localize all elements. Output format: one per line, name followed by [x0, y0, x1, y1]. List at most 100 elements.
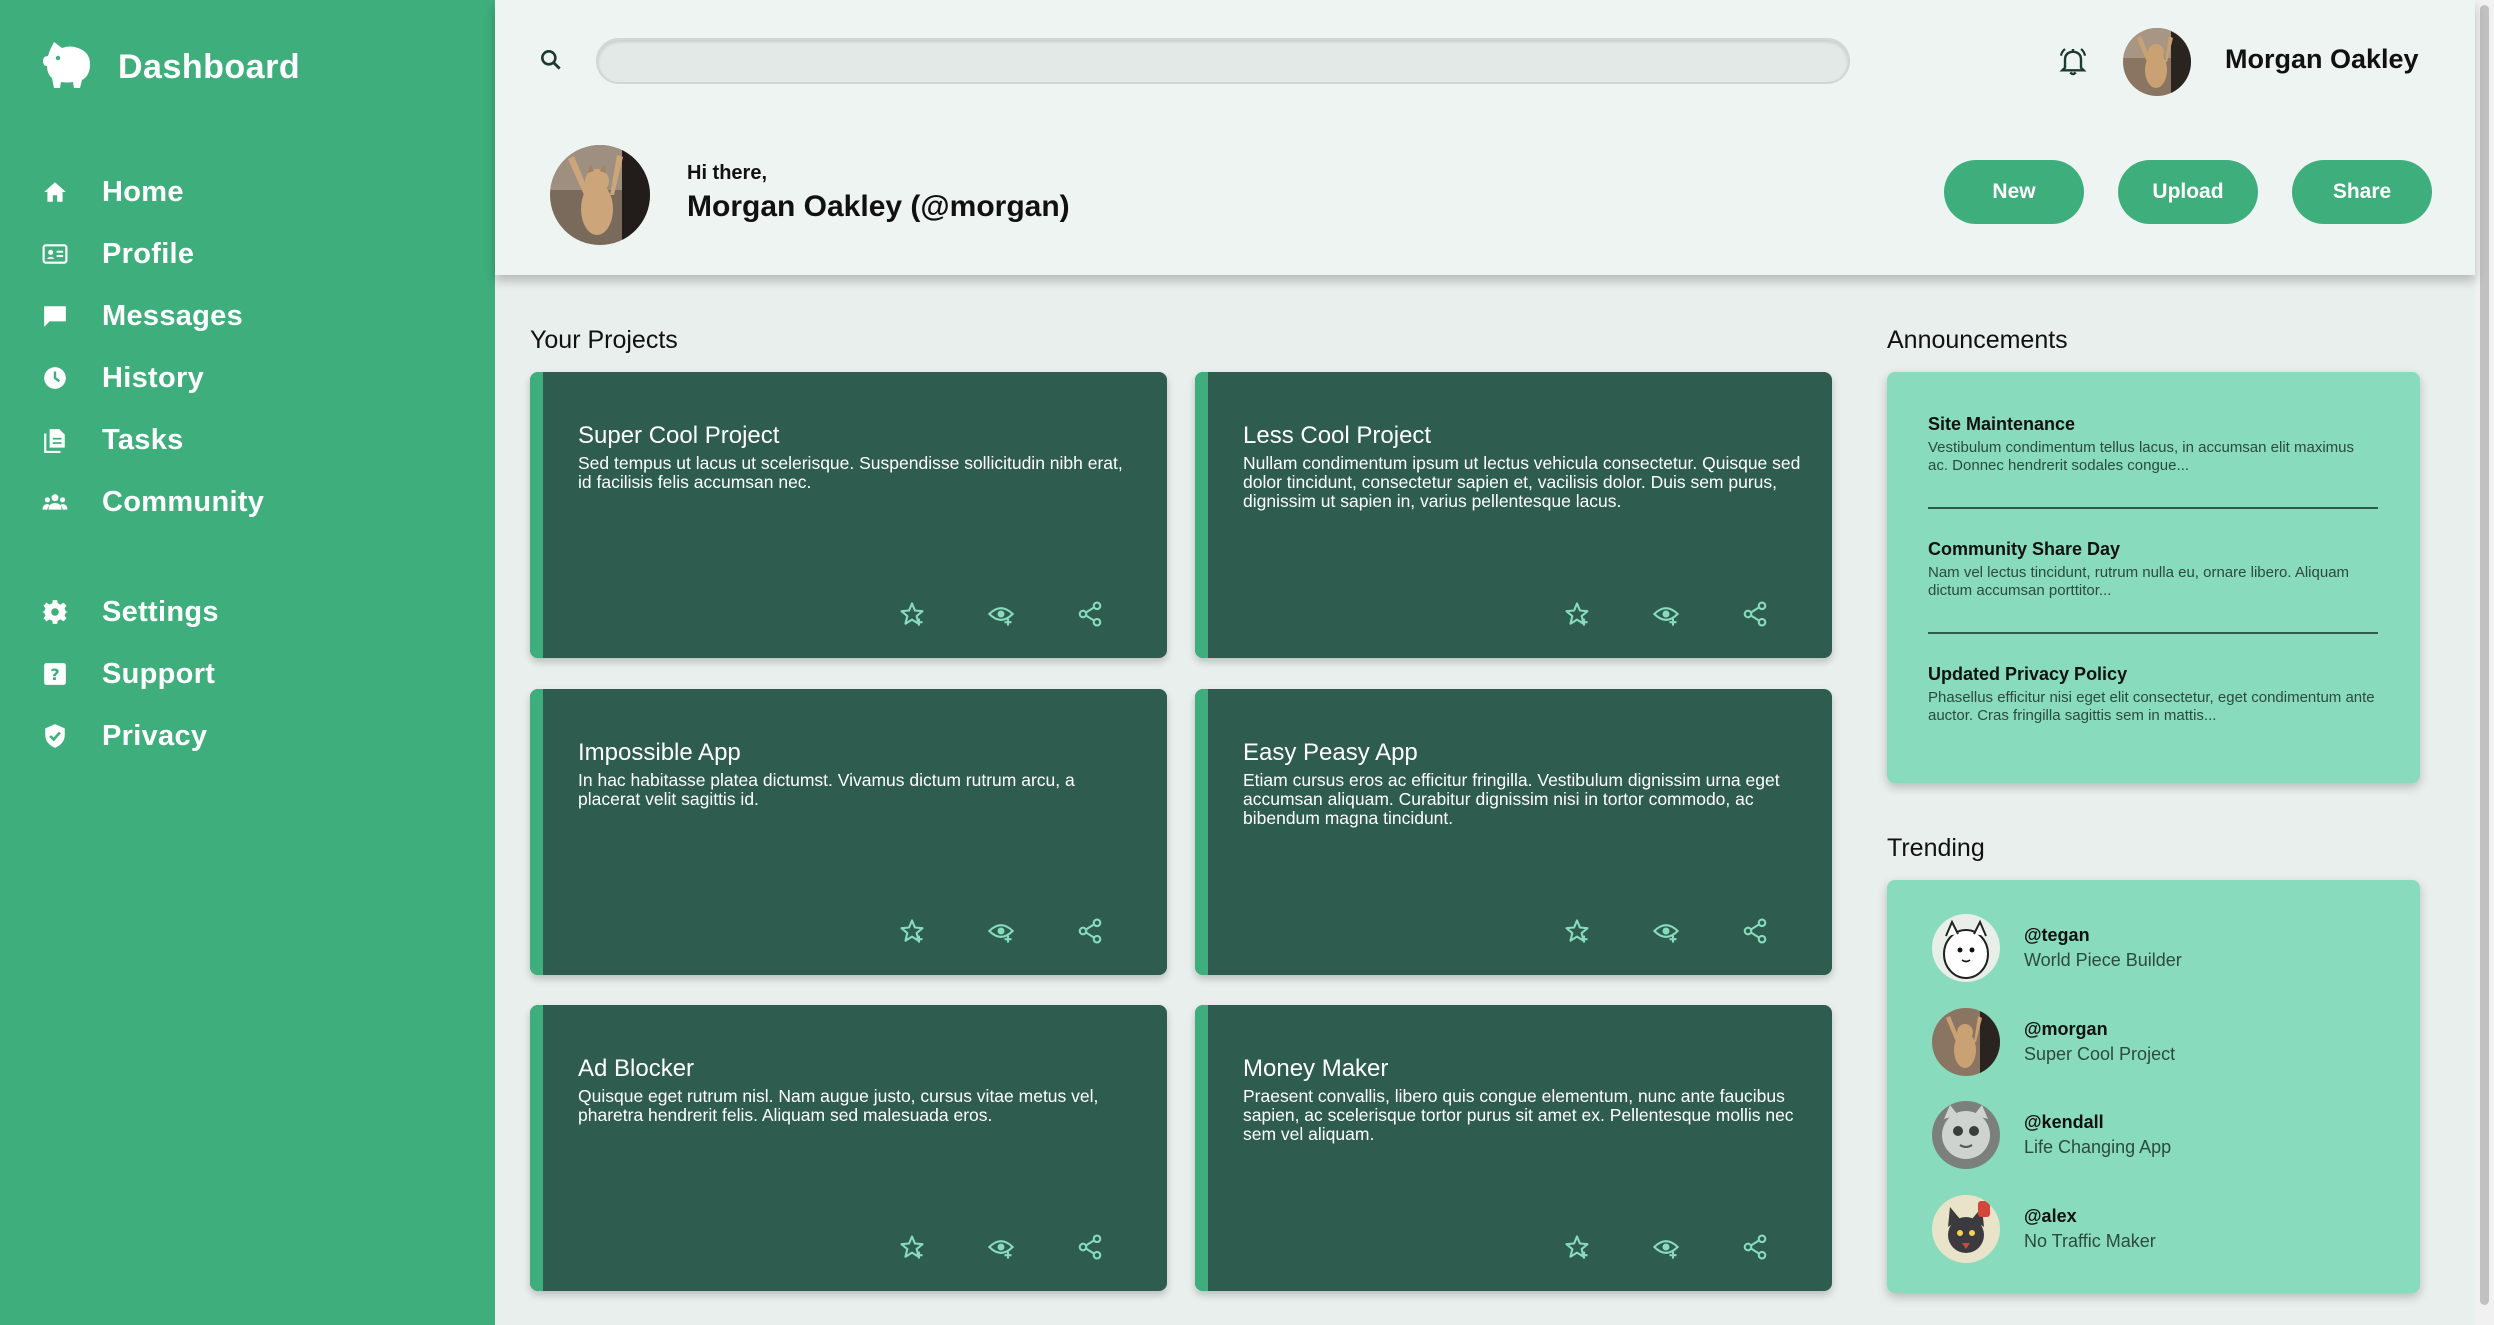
- watch-icon[interactable]: [1652, 600, 1680, 628]
- new-button[interactable]: New: [1944, 160, 2084, 224]
- trending-project: Super Cool Project: [2024, 1044, 2176, 1064]
- sidebar-item-settings[interactable]: Settings: [40, 581, 219, 643]
- watch-icon[interactable]: [987, 600, 1015, 628]
- svg-text:?: ?: [50, 665, 59, 684]
- project-card[interactable]: Ad Blocker Quisque eget rutrum nisl. Nam …: [530, 1005, 1167, 1291]
- project-title: Impossible App: [578, 739, 741, 766]
- chat-icon: [40, 301, 70, 331]
- trending-item[interactable]: @tegan World Piece Builder: [1932, 914, 2182, 982]
- sidebar-item-messages[interactable]: Messages: [40, 285, 264, 347]
- favorite-icon[interactable]: [898, 917, 926, 945]
- sidebar-item-label: Settings: [102, 595, 219, 628]
- shield-icon: [40, 721, 70, 751]
- trending-title: Trending: [1887, 834, 1985, 862]
- announcement-text: Nam vel lectus tincidunt, rutrum nulla e…: [1928, 564, 2350, 599]
- favorite-icon[interactable]: [1563, 1233, 1591, 1261]
- project-title: Super Cool Project: [578, 422, 780, 449]
- announcement-item[interactable]: Community Share Day Nam vel lectus tinci…: [1928, 539, 2378, 600]
- project-card[interactable]: Super Cool Project Sed tempus ut lacus ut…: [530, 372, 1167, 658]
- greeting: Hi there,: [687, 162, 768, 184]
- id-card-icon: [40, 239, 70, 269]
- project-description: Praesent convallis, libero quis congue e…: [1243, 1086, 1794, 1144]
- share-icon[interactable]: [1076, 600, 1104, 628]
- favorite-icon[interactable]: [898, 1233, 926, 1261]
- announcement-title: Community Share Day: [1928, 539, 2121, 559]
- trending-item[interactable]: @kendall Life Changing App: [1932, 1101, 2171, 1169]
- announcement-item[interactable]: Site Maintenance Vestibulum condimentum …: [1928, 414, 2378, 475]
- projects-title: Your Projects: [530, 326, 678, 354]
- favorite-icon[interactable]: [1563, 600, 1591, 628]
- divider: [1928, 632, 2378, 634]
- watch-icon[interactable]: [1652, 1233, 1680, 1261]
- project-title: Money Maker: [1243, 1055, 1389, 1082]
- share-icon[interactable]: [1741, 917, 1769, 945]
- announcement-item[interactable]: Updated Privacy Policy Phasellus efficit…: [1928, 664, 2378, 725]
- search-icon[interactable]: [538, 47, 564, 73]
- share-icon[interactable]: [1076, 1233, 1104, 1261]
- divider: [1928, 507, 2378, 509]
- share-icon[interactable]: [1741, 1233, 1769, 1261]
- home-icon: [40, 177, 70, 207]
- announcement-text: Vestibulum condimentum tellus lacus, in …: [1928, 439, 2355, 474]
- sidebar-item-home[interactable]: Home: [40, 161, 264, 223]
- announcement-title: Site Maintenance: [1928, 414, 2076, 434]
- share-icon[interactable]: [1076, 917, 1104, 945]
- trending-item[interactable]: @morgan Super Cool Project: [1932, 1008, 2175, 1076]
- watch-icon[interactable]: [1652, 917, 1680, 945]
- sidebar-nav-primary: Home Profile Messages History Tasks Comm…: [40, 161, 264, 533]
- upload-button[interactable]: Upload: [2118, 160, 2258, 224]
- watch-icon[interactable]: [987, 917, 1015, 945]
- piggy-bank-icon: [40, 40, 94, 95]
- trending-user[interactable]: @morgan: [2024, 1019, 2175, 1040]
- project-title: Easy Peasy App: [1243, 739, 1418, 766]
- share-button[interactable]: Share: [2292, 160, 2432, 224]
- sidebar-item-profile[interactable]: Profile: [40, 223, 264, 285]
- project-description: Sed tempus ut lacus ut scelerisque. Susp…: [578, 453, 1123, 492]
- sidebar-item-label: Support: [102, 657, 216, 690]
- sidebar-item-history[interactable]: History: [40, 347, 264, 409]
- scrollbar[interactable]: [2475, 0, 2494, 1325]
- project-card[interactable]: Money Maker Praesent convallis, libero qu…: [1195, 1005, 1832, 1291]
- document-icon: [40, 425, 70, 455]
- avatar: [1932, 1195, 2000, 1263]
- project-title: Less Cool Project: [1243, 422, 1432, 449]
- project-card[interactable]: Easy Peasy App Etiam cursus eros ac effic…: [1195, 689, 1832, 975]
- watch-icon[interactable]: [987, 1233, 1015, 1261]
- trending-item[interactable]: @alex No Traffic Maker: [1932, 1195, 2156, 1263]
- project-card[interactable]: Impossible App In hac habitasse platea di…: [530, 689, 1167, 975]
- people-icon: [40, 487, 70, 517]
- sidebar-item-privacy[interactable]: Privacy: [40, 705, 219, 767]
- sidebar: Dashboard Home Profile Messages History: [0, 0, 495, 1325]
- favorite-icon[interactable]: [898, 600, 926, 628]
- sidebar-item-community[interactable]: Community: [40, 471, 264, 533]
- sidebar-item-label: History: [102, 361, 205, 394]
- brand[interactable]: Dashboard: [40, 40, 300, 95]
- bell-icon[interactable]: [2057, 45, 2089, 77]
- user-handle: Morgan Oakley (@morgan): [687, 190, 1070, 223]
- sidebar-item-support[interactable]: ? Support: [40, 643, 219, 705]
- avatar: [1932, 1101, 2000, 1169]
- announcement-title: Updated Privacy Policy: [1928, 664, 2128, 684]
- trending-project: World Piece Builder: [2024, 950, 2182, 970]
- sidebar-item-label: Community: [102, 485, 265, 518]
- share-icon[interactable]: [1741, 600, 1769, 628]
- sidebar-item-label: Tasks: [102, 423, 184, 456]
- sidebar-nav-secondary: Settings ? Support Privacy: [40, 581, 219, 767]
- trending-user[interactable]: @tegan: [2024, 925, 2182, 946]
- favorite-icon[interactable]: [1563, 917, 1591, 945]
- search-input[interactable]: [596, 38, 1850, 84]
- scrollbar-thumb[interactable]: [2480, 5, 2489, 1305]
- sidebar-item-label: Messages: [102, 299, 244, 332]
- sidebar-item-label: Home: [102, 175, 184, 208]
- avatar[interactable]: [2123, 28, 2191, 96]
- trending-project: No Traffic Maker: [2024, 1231, 2156, 1251]
- project-card[interactable]: Less Cool Project Nullam condimentum ipsu…: [1195, 372, 1832, 658]
- project-description: Etiam cursus eros ac efficitur fringilla…: [1243, 770, 1780, 828]
- trending-user[interactable]: @alex: [2024, 1206, 2156, 1227]
- project-description: Quisque eget rutrum nisl. Nam augue just…: [578, 1086, 1099, 1125]
- trending-user[interactable]: @kendall: [2024, 1112, 2171, 1133]
- brand-title: Dashboard: [118, 48, 301, 86]
- header-user-name[interactable]: Morgan Oakley: [2225, 44, 2419, 75]
- gear-icon: [40, 597, 70, 627]
- sidebar-item-tasks[interactable]: Tasks: [40, 409, 264, 471]
